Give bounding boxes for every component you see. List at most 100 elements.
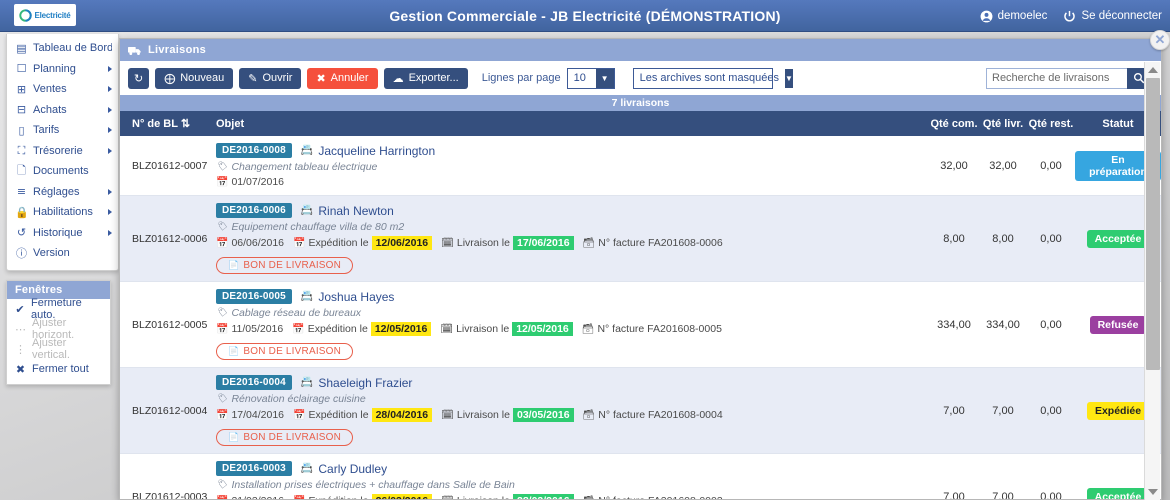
order-reference-badge[interactable]: DE2016-0003 <box>216 461 292 476</box>
sidebar-item-achats[interactable]: ⊟ Achats <box>7 100 118 121</box>
contact-card-icon: 📇 <box>300 377 314 388</box>
row-primary-line: DE2016-0008 📇 Jacqueline Harrington <box>216 143 921 158</box>
row-dates-line: 📅21/03/2016📅Expédition le26/03/2016🗓Livr… <box>216 494 921 499</box>
column-header-objet[interactable]: Objet <box>208 118 929 130</box>
status-badge[interactable]: Refusée <box>1089 315 1147 334</box>
cell-qte-livr: 8,00 <box>992 232 1014 245</box>
calendar-check-icon: 🗓 <box>441 409 454 421</box>
row-subject-line: 🏷 Cablage réseau de bureaux <box>216 307 921 319</box>
table-row[interactable]: BLZ01612-0004 DE2016-0004 📇 Shaeleigh Frazi… <box>120 368 1161 454</box>
bon-de-livraison-button[interactable]: 📄 BON DE LIVRAISON <box>216 429 354 446</box>
sidebar-item-reglages[interactable]: ≡ Réglages <box>7 182 118 203</box>
pdf-file-icon: 📄 <box>228 260 240 271</box>
refresh-button[interactable]: ↻ <box>128 67 150 89</box>
expedition-date: 12/05/2016 <box>370 322 432 336</box>
order-reference-badge[interactable]: DE2016-0006 <box>216 203 292 218</box>
order-reference-badge[interactable]: DE2016-0005 <box>216 289 292 304</box>
facture-segment: 🗃 N° facture FA201608-0005 <box>582 323 722 335</box>
new-button[interactable]: ⨁ Nouveau <box>155 67 234 89</box>
column-header-qte-com[interactable]: Qté com. <box>929 118 979 130</box>
window-close-button[interactable]: ✕ <box>1150 30 1170 50</box>
livraison-segment: 🗓 Livraison le 17/06/2016 <box>441 236 574 250</box>
cell-objet: DE2016-0004 📇 Shaeleigh Frazier 🏷 Rénovation… <box>208 368 929 453</box>
livraison-segment: 🗓Livraison le28/03/2016 <box>441 494 574 500</box>
pdf-file-icon: 📄 <box>228 432 240 443</box>
archives-filter-select[interactable]: Les archives sont masquées ▼ <box>632 67 793 89</box>
customer-name[interactable]: 📇 Jacqueline Harrington <box>301 144 435 158</box>
order-reference-badge[interactable]: DE2016-0004 <box>216 375 292 390</box>
sidebar-item-label: Tarifs <box>33 124 60 137</box>
rows-per-page-select[interactable]: 10 ▼ <box>566 67 615 89</box>
logout-button[interactable]: Se déconnecter <box>1063 10 1162 23</box>
contact-card-icon: 📇 <box>300 205 314 216</box>
cell-objet: DE2016-0006 📇 Rinah Newton 🏷 Equipement chau… <box>208 196 929 281</box>
calendar-icon: 📅 <box>293 496 305 500</box>
status-badge[interactable]: Acceptée <box>1086 487 1150 499</box>
windows-item-fermeture-auto[interactable]: ✔ Fermeture auto. <box>7 297 110 321</box>
sliders-icon: ≡ <box>16 185 27 199</box>
cell-qte-livr: 7,00 <box>992 404 1014 417</box>
search-input[interactable] <box>986 67 1127 89</box>
row-subject-line: 🏷 Changement tableau électrique <box>216 161 921 173</box>
scrollbar-track[interactable] <box>1145 78 1161 484</box>
plus-circle-icon: ⨁ <box>164 71 176 85</box>
sidebar-item-habilitations[interactable]: 🔒 Habilitations <box>7 202 118 223</box>
windows-item-fermer-tout[interactable]: ✖ Fermer tout <box>7 359 110 379</box>
order-date: 06/06/2016 <box>231 237 285 249</box>
customer-name[interactable]: 📇 Joshua Hayes <box>301 290 395 304</box>
column-header-qte-rest[interactable]: Qté rest. <box>1027 118 1075 130</box>
sidebar-item-tresorerie[interactable]: ⛶ Trésorerie <box>7 141 118 162</box>
cell-qte-livr: 334,00 <box>986 318 1020 331</box>
bon-de-livraison-button[interactable]: 📄 BON DE LIVRAISON <box>216 343 354 360</box>
customer-name[interactable]: 📇 Shaeleigh Frazier <box>301 376 413 390</box>
user-name: demoelec <box>997 10 1048 22</box>
cell-bl: BLZ01612-0006 <box>132 232 208 245</box>
row-primary-line: DE2016-0005 📇 Joshua Hayes <box>216 289 921 304</box>
calendar-icon: 📅 <box>293 237 306 249</box>
sidebar-item-documents[interactable]: 🗋 Documents <box>7 161 118 182</box>
scroll-up-button[interactable] <box>1145 62 1161 78</box>
refresh-icon: ↻ <box>134 71 144 85</box>
sidebar-item-historique[interactable]: ↺ Historique <box>7 223 118 244</box>
order-reference-badge[interactable]: DE2016-0008 <box>216 143 292 158</box>
table-row[interactable]: BLZ01612-0003 DE2016-0003 📇 Carly Dudley 🏷 In… <box>120 454 1161 499</box>
sidebar-item-ventes[interactable]: ⊞ Ventes <box>7 79 118 100</box>
sidebar-menu: ▤ Tableau de Bord ☐ Planning ⊞ Ventes ⊟ … <box>6 34 119 271</box>
livraison-label: Livraison le <box>456 323 510 335</box>
status-badge[interactable]: Acceptée <box>1086 229 1150 248</box>
export-button[interactable]: ☁ Exporter... <box>383 67 468 89</box>
status-badge[interactable]: Expédiée <box>1086 401 1150 420</box>
cell-qte-rest: 0,00 <box>1040 159 1062 172</box>
customer-name[interactable]: 📇 Rinah Newton <box>301 204 394 218</box>
history-icon: ↺ <box>16 226 27 240</box>
scroll-down-button[interactable] <box>1145 484 1161 500</box>
open-button[interactable]: ✎ Ouvrir <box>239 67 302 89</box>
vertical-scrollbar[interactable] <box>1144 62 1160 500</box>
livraison-date: 03/05/2016 <box>512 408 574 422</box>
livraison-label: Livraison le <box>457 495 510 499</box>
sidebar-item-label: Réglages <box>33 185 80 198</box>
table-row[interactable]: BLZ01612-0007 DE2016-0008 📇 Jacqueline Harr… <box>120 136 1161 196</box>
cancel-button[interactable]: ✖ Annuler <box>307 67 378 89</box>
column-header-qte-livr[interactable]: Qté livr. <box>979 118 1027 130</box>
chevron-right-icon <box>108 188 112 195</box>
sidebar-item-version[interactable]: ⓘ Version <box>7 243 118 264</box>
facture-label: N° facture FA201608-0005 <box>597 323 722 335</box>
order-date-segment: 📅21/03/2016 <box>216 495 284 499</box>
customer-name[interactable]: 📇 Carly Dudley <box>301 462 387 476</box>
chevron-right-icon <box>108 209 112 216</box>
bon-de-livraison-button[interactable]: 📄 BON DE LIVRAISON <box>216 257 354 274</box>
tag-icon: 🏷 <box>216 394 228 404</box>
chevron-right-icon <box>108 106 112 113</box>
column-header-bl[interactable]: N° de BL ⇅ <box>120 117 208 130</box>
table-row[interactable]: BLZ01612-0006 DE2016-0006 📇 Rinah Newton 🏷 Eq… <box>120 196 1161 282</box>
sidebar-item-planning[interactable]: ☐ Planning <box>7 59 118 80</box>
row-subject-line: 🏷 Equipement chauffage villa de 80 m2 <box>216 221 921 233</box>
scrollbar-thumb[interactable] <box>1145 78 1160 370</box>
calendar-icon: 📅 <box>293 409 306 421</box>
table-row[interactable]: BLZ01612-0005 DE2016-0005 📇 Joshua Hayes 🏷 Ca… <box>120 282 1161 368</box>
sidebar-item-tableau-de-bord[interactable]: ▤ Tableau de Bord <box>7 38 118 59</box>
sidebar-item-tarifs[interactable]: ▯ Tarifs <box>7 120 118 141</box>
calendar-check-icon: 🗓 <box>441 496 454 500</box>
user-menu[interactable]: demoelec <box>980 10 1048 23</box>
